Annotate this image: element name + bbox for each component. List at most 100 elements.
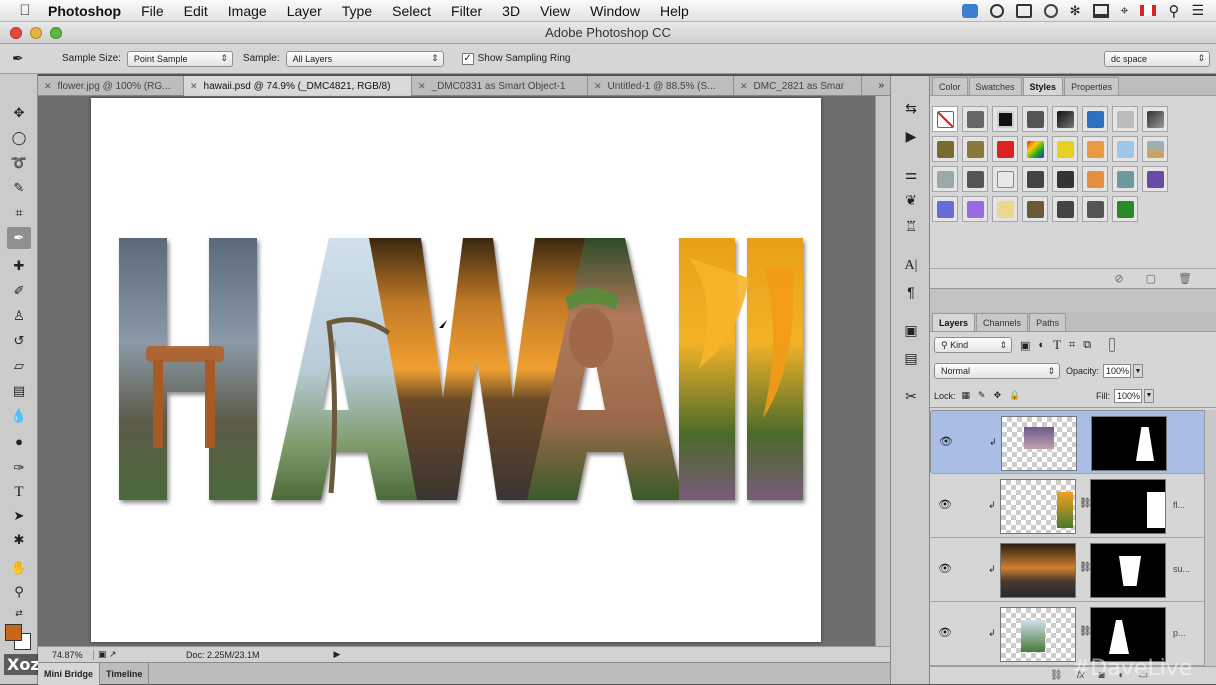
- custom-shape-tool-icon[interactable]: ✱: [7, 529, 31, 551]
- type-tool-icon[interactable]: T: [7, 481, 31, 503]
- style-item[interactable]: [992, 136, 1018, 162]
- menu-window[interactable]: Window: [580, 3, 650, 19]
- eyedropper-preset-icon[interactable]: ✒: [12, 50, 46, 67]
- tab-paths[interactable]: Paths: [1029, 313, 1067, 331]
- zoom-tool-icon[interactable]: ⚲: [7, 581, 31, 603]
- minimize-window-button[interactable]: [30, 27, 42, 39]
- character-icon[interactable]: A|: [901, 256, 921, 276]
- tab-dmc2821[interactable]: ✕ DMC_2821 as Smar: [734, 76, 862, 96]
- style-item[interactable]: [1142, 166, 1168, 192]
- close-tab-icon[interactable]: ✕: [594, 81, 602, 92]
- layer-row[interactable]: 👁 ↲ ⛓ su...: [930, 538, 1216, 602]
- style-item[interactable]: [1082, 136, 1108, 162]
- visibility-eye-icon[interactable]: 👁: [938, 498, 952, 511]
- link-layers-icon[interactable]: ⛓: [1050, 670, 1063, 681]
- info-panel-icon[interactable]: ▣: [901, 320, 921, 340]
- tab-hawaii[interactable]: ✕ hawaii.psd @ 74.9% (_DMC4821, RGB/8): [184, 76, 412, 96]
- layer-name[interactable]: p...: [1173, 628, 1186, 638]
- style-item[interactable]: [1142, 106, 1168, 132]
- eraser-tool-icon[interactable]: ▱: [7, 355, 31, 377]
- tool-presets-icon[interactable]: ✂: [901, 386, 921, 406]
- dropbox-icon[interactable]: [961, 3, 978, 18]
- tab-layers[interactable]: Layers: [932, 313, 976, 331]
- apple-icon[interactable]: : [12, 2, 38, 19]
- tab-styles[interactable]: Styles: [1022, 77, 1064, 95]
- style-item[interactable]: [992, 196, 1018, 222]
- sample-layers-select[interactable]: All Layers: [285, 50, 444, 67]
- style-item[interactable]: [1082, 106, 1108, 132]
- menu-edit[interactable]: Edit: [174, 3, 218, 19]
- blur-tool-icon[interactable]: 💧: [7, 405, 31, 427]
- menu-file[interactable]: File: [131, 3, 174, 19]
- style-none[interactable]: [932, 106, 958, 132]
- style-item[interactable]: [962, 106, 988, 132]
- move-tool-icon[interactable]: ✥: [7, 102, 31, 124]
- menu-image[interactable]: Image: [218, 3, 277, 19]
- tab-mini-bridge[interactable]: Mini Bridge: [38, 662, 100, 685]
- default-colors-icon[interactable]: ⇄: [7, 602, 31, 624]
- style-item[interactable]: [1052, 136, 1078, 162]
- style-item[interactable]: [1112, 166, 1138, 192]
- adjustments-icon[interactable]: ⚌: [901, 164, 921, 184]
- style-item[interactable]: [962, 166, 988, 192]
- canvas-area[interactable]: [38, 96, 890, 646]
- style-item[interactable]: [1082, 196, 1108, 222]
- tab-untitled-1[interactable]: ✕ Untitled-1 @ 88.5% (S...: [588, 76, 734, 96]
- layer-mask-thumbnail[interactable]: [1090, 479, 1166, 534]
- style-item[interactable]: [1022, 166, 1048, 192]
- quick-select-tool-icon[interactable]: ✎: [7, 177, 31, 199]
- layer-name[interactable]: fl...: [1173, 500, 1185, 510]
- opacity-field[interactable]: 100%: [1103, 364, 1132, 378]
- lock-transparent-icon[interactable]: ▦: [962, 390, 971, 401]
- layer-mask-thumbnail[interactable]: [1090, 543, 1166, 598]
- style-item[interactable]: [1112, 106, 1138, 132]
- eyedropper-tool-icon[interactable]: ✒: [7, 227, 31, 249]
- paragraph-icon[interactable]: ¶: [901, 282, 921, 302]
- menu-type[interactable]: Type: [332, 3, 382, 19]
- filter-pixel-icon[interactable]: ▣: [1020, 339, 1030, 352]
- spotlight-search-icon[interactable]: ⚲: [1168, 2, 1179, 20]
- menu-app[interactable]: Photoshop: [38, 3, 131, 19]
- lock-image-icon[interactable]: ✎: [978, 390, 986, 401]
- style-item[interactable]: [1142, 136, 1168, 162]
- lasso-tool-icon[interactable]: ➰: [7, 152, 31, 174]
- visibility-eye-icon[interactable]: 👁: [938, 562, 952, 575]
- close-window-button[interactable]: [10, 27, 22, 39]
- canvas-vertical-scrollbar[interactable]: [875, 96, 890, 646]
- visibility-eye-icon[interactable]: 👁: [939, 435, 953, 448]
- creative-cloud-icon[interactable]: [989, 3, 1004, 18]
- dodge-tool-icon[interactable]: ●: [7, 430, 31, 452]
- healing-brush-tool-icon[interactable]: ✚: [7, 255, 31, 277]
- status-menu-arrow-icon[interactable]: ▶: [334, 649, 341, 660]
- status-icons[interactable]: ▣ ↗: [94, 649, 124, 660]
- tab-swatches[interactable]: Swatches: [968, 77, 1022, 95]
- style-item[interactable]: [992, 166, 1018, 192]
- airplay-icon[interactable]: [1092, 3, 1109, 18]
- gradient-tool-icon[interactable]: ▤: [7, 380, 31, 402]
- tabs-overflow-icon[interactable]: »: [872, 76, 890, 95]
- tab-timeline[interactable]: Timeline: [100, 662, 150, 685]
- crop-tool-icon[interactable]: ⌗: [7, 202, 31, 224]
- opacity-arrow-icon[interactable]: ▼: [1133, 364, 1144, 378]
- notification-center-icon[interactable]: ☰: [1191, 2, 1204, 19]
- style-item[interactable]: [992, 106, 1018, 132]
- style-item[interactable]: [1052, 106, 1078, 132]
- style-item[interactable]: [932, 196, 958, 222]
- layer-mask-thumbnail[interactable]: [1090, 607, 1166, 662]
- pen-tool-icon[interactable]: ✑: [7, 457, 31, 479]
- menu-select[interactable]: Select: [382, 3, 441, 19]
- style-item[interactable]: [962, 196, 988, 222]
- layer-filter-select[interactable]: ⚲ Kind: [934, 337, 1012, 353]
- brush-tool-icon[interactable]: ✐: [7, 280, 31, 302]
- fill-arrow-icon[interactable]: ▼: [1144, 388, 1154, 403]
- path-selection-tool-icon[interactable]: ➤: [7, 505, 31, 527]
- brightness-icon[interactable]: ✻: [1070, 3, 1081, 19]
- tab-dmc0331[interactable]: ✕ _DMC0331 as Smart Object-1: [412, 76, 588, 96]
- style-item[interactable]: [932, 136, 958, 162]
- visibility-eye-icon[interactable]: 👁: [938, 626, 952, 639]
- tab-channels[interactable]: Channels: [976, 313, 1029, 331]
- layer-thumbnail[interactable]: [1000, 543, 1076, 598]
- style-item[interactable]: [1022, 136, 1048, 162]
- zoom-level[interactable]: 74.87%: [38, 649, 94, 660]
- sample-size-select[interactable]: Point Sample: [126, 50, 233, 67]
